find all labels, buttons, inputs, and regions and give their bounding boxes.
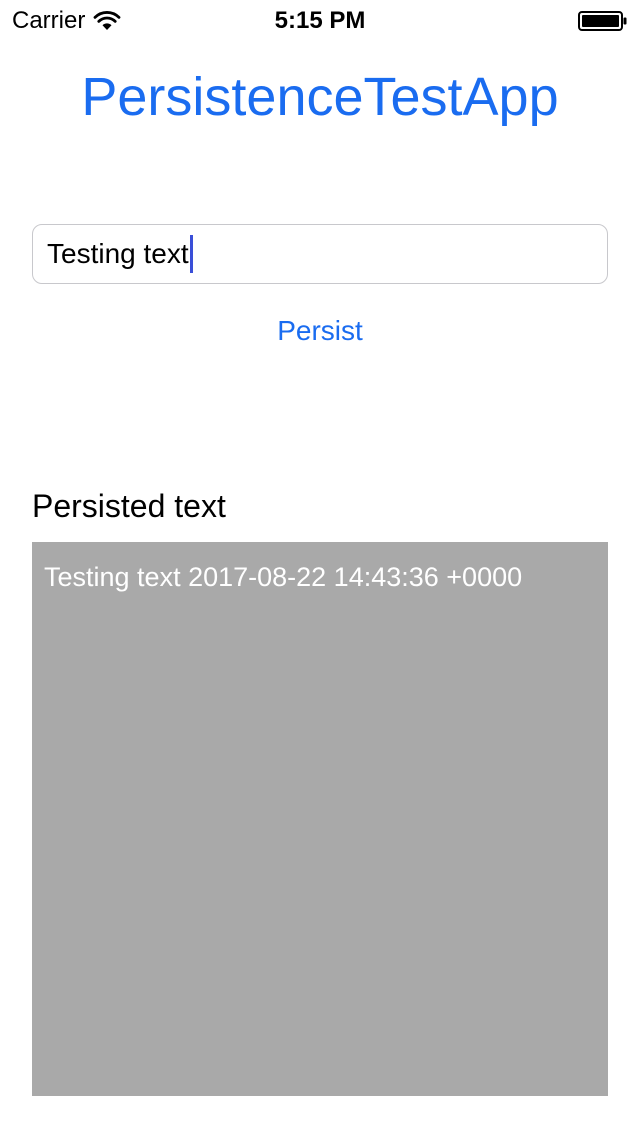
status-time: 5:15 PM xyxy=(274,7,366,34)
text-input-value[interactable]: Testing text xyxy=(47,238,189,270)
text-input-field[interactable]: Testing text xyxy=(32,224,608,284)
text-cursor xyxy=(189,235,193,273)
persisted-text-view[interactable]: Testing text 2017-08-22 14:43:36 +0000 xyxy=(32,542,608,1096)
persisted-text-content: Testing text 2017-08-22 14:43:36 +0000 xyxy=(44,562,523,592)
battery-icon xyxy=(578,11,627,31)
persisted-text-label: Persisted text xyxy=(32,488,226,524)
status-bar: Carrier 5:15 PM xyxy=(0,0,640,40)
persist-button[interactable]: Persist xyxy=(220,306,420,356)
app-title: PersistenceTestApp xyxy=(81,67,559,127)
